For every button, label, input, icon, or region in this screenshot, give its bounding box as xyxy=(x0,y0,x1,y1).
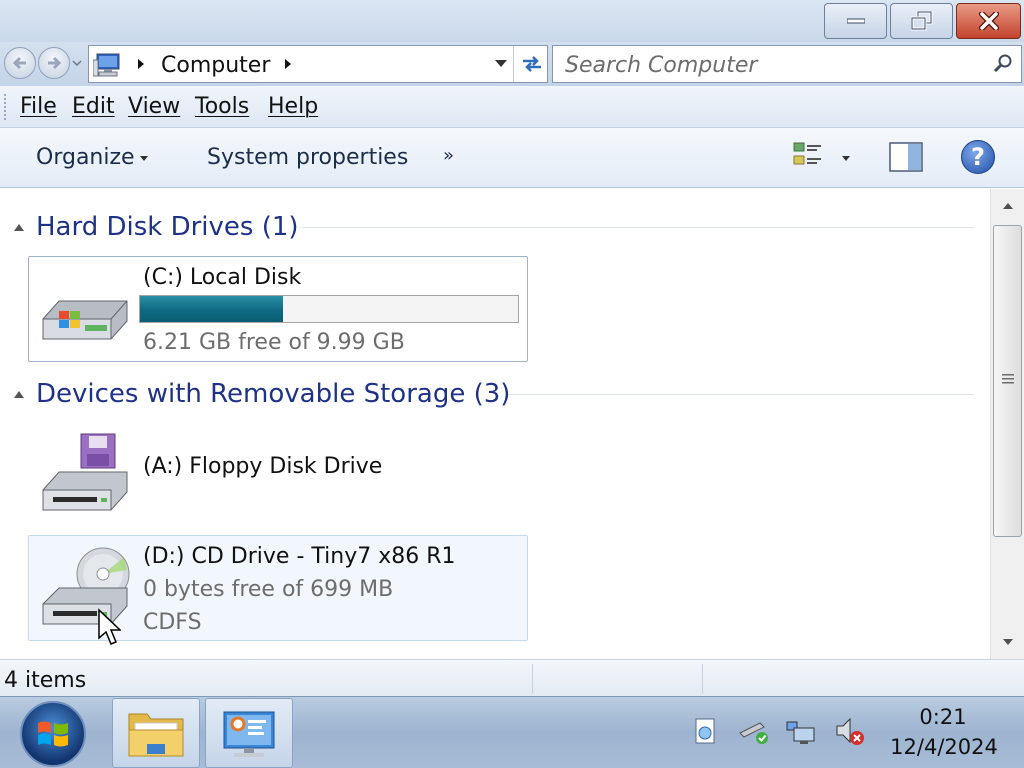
breadcrumb-computer[interactable]: Computer xyxy=(161,53,270,78)
status-bar: 4 items xyxy=(0,659,1024,696)
menu-tools[interactable]: Tools xyxy=(195,94,249,119)
change-view-icon[interactable] xyxy=(793,142,823,170)
network-icon xyxy=(786,721,815,744)
navigation-bar: Computer Search Computer xyxy=(0,42,1024,86)
menu-file[interactable]: File xyxy=(20,94,57,119)
forward-button[interactable] xyxy=(38,47,70,79)
recent-pages-chevron-icon[interactable] xyxy=(72,60,82,66)
drive-free-space: 6.21 GB free of 9.99 GB xyxy=(143,330,405,355)
more-commands-chevron-icon[interactable]: » xyxy=(443,145,454,166)
taskbar-control-panel-button[interactable] xyxy=(205,698,293,768)
search-box[interactable]: Search Computer xyxy=(552,45,1022,83)
scroll-up-arrow-icon xyxy=(1002,203,1013,209)
action-center-icon xyxy=(695,718,715,744)
windows-logo-icon xyxy=(38,721,68,747)
computer-icon xyxy=(93,53,120,77)
menu-view[interactable]: View xyxy=(128,94,180,119)
menu-edit[interactable]: Edit xyxy=(72,94,115,119)
arrow-left-icon xyxy=(12,56,26,70)
volume-muted-icon xyxy=(836,717,864,745)
collapse-triangle-icon[interactable] xyxy=(14,390,24,398)
drive-free-space: 0 bytes free of 699 MB xyxy=(143,577,394,602)
title-bar xyxy=(0,0,1024,42)
preview-pane-icon[interactable] xyxy=(889,142,923,172)
restore-button[interactable] xyxy=(890,3,953,39)
safely-remove-hardware-icon xyxy=(739,722,768,744)
volume-muted-icon[interactable] xyxy=(834,715,866,747)
file-list-pane: Hard Disk Drives (1) (C:) Local Disk 6.2… xyxy=(0,189,990,659)
drive-filesystem: CDFS xyxy=(143,610,202,635)
taskbar-explorer-button[interactable] xyxy=(112,698,200,768)
clock-time[interactable]: 0:21 xyxy=(905,705,981,729)
view-options-dropdown-icon[interactable] xyxy=(842,156,850,161)
action-center-icon[interactable] xyxy=(689,715,721,747)
collapse-triangle-icon[interactable] xyxy=(14,223,24,231)
scroll-down-arrow-icon xyxy=(1002,639,1013,645)
group-title: Hard Disk Drives (1) xyxy=(36,212,299,242)
close-icon xyxy=(978,12,999,30)
refresh-icon xyxy=(522,56,541,72)
group-header-removable[interactable]: Devices with Removable Storage (3) xyxy=(14,376,510,412)
organize-button[interactable]: Organize xyxy=(36,145,135,170)
command-bar: Organize System properties » xyxy=(0,128,1024,188)
address-bar[interactable]: Computer xyxy=(88,45,548,83)
safely-remove-hardware-icon[interactable] xyxy=(738,715,770,747)
group-title: Devices with Removable Storage (3) xyxy=(36,379,511,409)
status-separator xyxy=(532,664,533,694)
floppy-drive-icon xyxy=(42,433,128,511)
close-button[interactable] xyxy=(956,3,1021,39)
minimize-button[interactable] xyxy=(824,3,887,39)
drive-name: (A:) Floppy Disk Drive xyxy=(143,454,383,479)
scroll-thumb[interactable] xyxy=(993,225,1022,537)
menu-grip xyxy=(4,94,7,120)
scroll-up-button[interactable] xyxy=(991,189,1024,223)
restore-icon xyxy=(910,11,932,31)
drive-name: (C:) Local Disk xyxy=(143,265,302,290)
drive-name: (D:) CD Drive - Tiny7 x86 R1 xyxy=(143,544,456,569)
search-icon[interactable] xyxy=(993,53,1013,73)
capacity-bar xyxy=(139,295,519,323)
item-count: 4 items xyxy=(4,668,87,693)
group-header-hard-disks[interactable]: Hard Disk Drives (1) xyxy=(14,209,299,245)
breadcrumb-arrow-icon[interactable] xyxy=(284,58,292,70)
network-icon[interactable] xyxy=(786,715,818,747)
vertical-scrollbar[interactable] xyxy=(990,189,1024,659)
arrow-right-icon xyxy=(48,56,62,70)
search-input[interactable]: Search Computer xyxy=(565,53,757,78)
scroll-down-button[interactable] xyxy=(991,625,1024,659)
menu-help[interactable]: Help xyxy=(268,94,318,119)
menu-bar: File Edit View Tools Help xyxy=(0,86,1024,128)
hard-disk-windows-icon xyxy=(42,300,128,340)
drive-tile-c[interactable]: (C:) Local Disk 6.21 GB free of 9.99 GB xyxy=(28,256,528,362)
breadcrumb-arrow-icon[interactable] xyxy=(137,58,145,70)
start-button[interactable] xyxy=(20,701,86,767)
capacity-bar-fill xyxy=(140,296,283,322)
help-icon[interactable]: ? xyxy=(961,140,995,174)
windows-explorer-icon xyxy=(128,713,184,757)
control-panel-icon xyxy=(223,711,275,757)
organize-dropdown-icon[interactable] xyxy=(140,156,148,161)
system-properties-button[interactable]: System properties xyxy=(207,145,408,170)
clock-date[interactable]: 12/4/2024 xyxy=(885,735,1003,759)
refresh-button[interactable] xyxy=(513,46,549,82)
mouse-pointer-icon xyxy=(98,608,121,645)
address-history-dropdown-icon[interactable] xyxy=(495,60,507,68)
group-divider xyxy=(508,394,974,395)
back-button[interactable] xyxy=(4,47,36,79)
scroll-grip-icon xyxy=(1002,374,1014,384)
taskbar: 0:21 12/4/2024 xyxy=(0,696,1024,768)
drive-tile-a[interactable]: (A:) Floppy Disk Drive xyxy=(28,423,528,529)
group-divider xyxy=(302,227,974,228)
status-separator xyxy=(702,664,703,694)
minimize-icon xyxy=(846,18,865,24)
